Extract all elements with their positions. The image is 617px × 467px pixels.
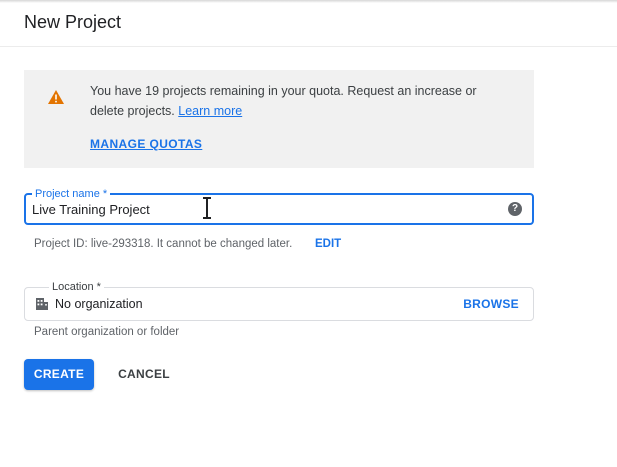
text-cursor-icon: [203, 197, 211, 219]
location-field[interactable]: Location * No organization BROWSE: [24, 280, 534, 321]
quota-notice: You have 19 projects remaining in your q…: [24, 70, 534, 168]
top-shadow: [0, 0, 617, 3]
project-name-input[interactable]: [32, 200, 492, 218]
create-button[interactable]: CREATE: [24, 359, 94, 390]
location-helper-text: Parent organization or folder: [34, 326, 180, 338]
page-title: New Project: [24, 12, 122, 32]
location-label: Location *: [49, 280, 104, 294]
project-id-text: Project ID: live-293318. It cannot be ch…: [34, 238, 293, 250]
building-icon: [36, 298, 48, 310]
manage-quotas-link[interactable]: MANAGE QUOTAS: [90, 137, 202, 151]
project-name-label: Project name *: [32, 187, 111, 201]
learn-more-link[interactable]: Learn more: [178, 104, 242, 118]
cancel-button[interactable]: CANCEL: [112, 359, 176, 390]
quota-message-text: You have 19 projects remaining in your q…: [90, 84, 477, 118]
browse-button[interactable]: BROWSE: [463, 297, 519, 311]
quota-message: You have 19 projects remaining in your q…: [90, 81, 510, 121]
project-name-field[interactable]: Project name * ?: [24, 187, 534, 225]
warning-icon: [48, 90, 64, 104]
help-icon[interactable]: ?: [508, 202, 522, 216]
edit-project-id-button[interactable]: EDIT: [315, 238, 341, 250]
title-divider: [0, 46, 617, 47]
location-value: No organization: [55, 297, 143, 311]
